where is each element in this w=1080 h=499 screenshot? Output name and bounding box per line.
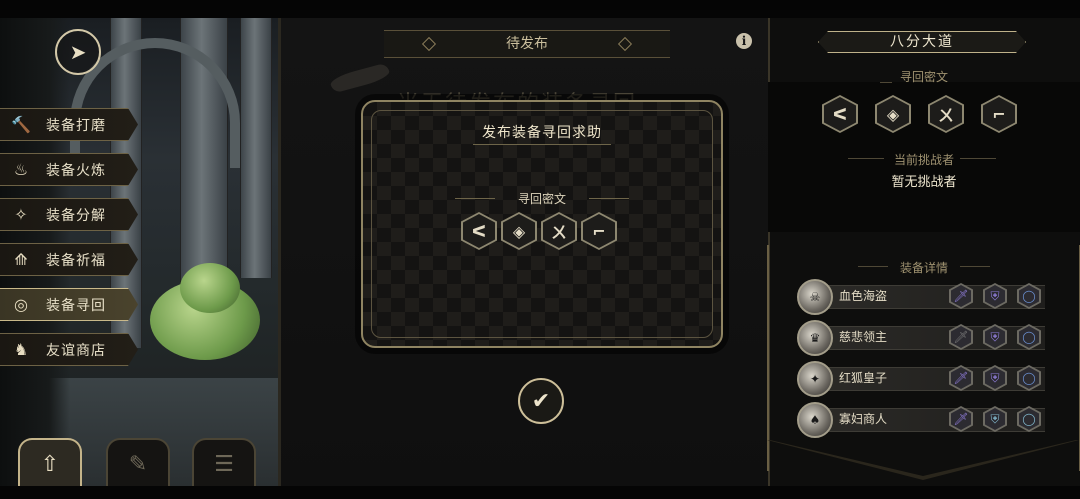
- target-icon: ◎: [14, 295, 28, 314]
- equipment-row[interactable]: ✦ 红狐皇子 🗡 ⛨ ◯: [797, 361, 1045, 397]
- divider-line: [858, 266, 888, 267]
- armor-icon: ⛨: [985, 408, 1005, 430]
- ring-icon: ◯: [1019, 285, 1039, 307]
- challenger-value: 暂无挑战者: [891, 175, 957, 190]
- feather-icon: ✎: [128, 451, 148, 477]
- stone-pillar: [240, 18, 272, 278]
- hands-icon: ⟰: [14, 250, 28, 269]
- back-arrow-icon: ➤: [69, 40, 87, 64]
- sidebar-item-label: 装备寻回: [46, 297, 106, 314]
- cipher-label: 寻回密文: [517, 192, 566, 206]
- ring-icon: ◯: [1019, 326, 1039, 348]
- right-cipher-label: 寻回密文: [899, 70, 948, 84]
- hero-name: 寡妇商人: [839, 412, 888, 426]
- sidebar-item-label: 装备打磨: [46, 117, 106, 134]
- sidebar-item-label: 装备分解: [46, 207, 106, 224]
- bottom-tab-bar: ⇧ ✎ ☰: [18, 432, 278, 488]
- sword-icon: 🗡: [951, 326, 971, 348]
- sword-icon: 🗡: [951, 285, 971, 307]
- cipher-glyph-icon: ㄨ: [543, 214, 575, 248]
- armor-icon: ⛨: [985, 367, 1005, 389]
- sidebar-item-1[interactable]: ♨ 装备火炼: [0, 153, 138, 186]
- divider-line: [960, 266, 990, 267]
- sidebar-item-3[interactable]: ⟰ 装备祈福: [0, 243, 138, 276]
- hero-name: 红狐皇子: [839, 371, 888, 385]
- sidebar-item-5[interactable]: ♞ 友谊商店: [0, 333, 138, 366]
- list-icon: ☰: [214, 451, 234, 477]
- top-black-bar: [0, 0, 1080, 18]
- diamond-ornament-icon: [421, 36, 437, 52]
- equipment-row[interactable]: ♠ 寡妇商人 🗡 ⛨ ◯: [797, 402, 1045, 438]
- info-icon[interactable]: i: [736, 33, 752, 49]
- hero-name: 慈悲领主: [839, 330, 888, 344]
- flame-icon: ♨: [13, 160, 29, 179]
- equipment-row[interactable]: ♛ 慈悲领主 🗡 ⛨ ◯: [797, 320, 1045, 356]
- sidebar-item-2[interactable]: ✧ 装备分解: [0, 198, 138, 231]
- diamond-ornament-icon: [617, 36, 633, 52]
- challenger-label: 当前挑战者: [893, 153, 954, 167]
- ring-icon: ◯: [1019, 367, 1039, 389]
- dialog-title: 发布装备寻回求助: [482, 125, 602, 141]
- equipment-row[interactable]: ☠ 血色海盗 🗡 ⛨ ◯: [797, 279, 1045, 315]
- cipher-glyph-icon: ⌐: [583, 214, 615, 248]
- equipment-label: 装备详情: [899, 261, 948, 275]
- checkmark-icon: ✔: [531, 388, 551, 414]
- back-button[interactable]: ➤: [55, 29, 101, 75]
- tab-pending-publish[interactable]: 待发布: [384, 30, 670, 58]
- publish-help-dialog: 发布装备寻回求助 寻回密文 ᐸ ◈ ㄨ ⌐: [361, 100, 723, 348]
- armor-icon: ⛨: [985, 285, 1005, 307]
- sidebar-item-label: 装备火炼: [46, 162, 106, 179]
- route-title: 八分大道: [818, 31, 1026, 53]
- upload-icon: ⇧: [40, 451, 60, 477]
- upload-tab-button[interactable]: ⇧: [18, 438, 82, 488]
- hero-avatar[interactable]: ☠: [797, 279, 833, 315]
- sword-icon: 🗡: [951, 408, 971, 430]
- ring-icon: ◯: [1019, 408, 1039, 430]
- armor-icon: ⛨: [985, 326, 1005, 348]
- title-divider: [473, 144, 611, 145]
- tab-title-label: 待发布: [506, 36, 548, 52]
- hero-avatar[interactable]: ♛: [797, 320, 833, 356]
- cipher-glyph-icon: ◈: [503, 214, 535, 248]
- feather-tab-button[interactable]: ✎: [106, 438, 170, 488]
- hero-name: 血色海盗: [839, 289, 888, 303]
- cipher-glyph-icon: ᐸ: [463, 214, 495, 248]
- confirm-button[interactable]: ✔: [518, 378, 564, 424]
- divider-line: [960, 158, 996, 159]
- sidebar-item-4[interactable]: ◎ 装备寻回: [0, 288, 138, 321]
- bush: [180, 263, 240, 313]
- cipher-glyph-icon: ㄨ: [930, 97, 962, 131]
- hero-avatar[interactable]: ✦: [797, 361, 833, 397]
- side-menu: 🔨 装备打磨 ♨ 装备火炼 ✧ 装备分解 ⟰ 装备祈福 ◎ 装备寻回 ♞ 友谊商店: [0, 108, 140, 378]
- sidebar-item-0[interactable]: 🔨 装备打磨: [0, 108, 138, 141]
- bottom-black-bar: [0, 486, 1080, 499]
- hero-avatar[interactable]: ♠: [797, 402, 833, 438]
- sidebar-item-label: 友谊商店: [46, 342, 106, 359]
- swirl-icon: ✧: [14, 205, 28, 224]
- fox-icon: ♞: [13, 340, 29, 359]
- divider-line: [589, 198, 629, 199]
- sword-icon: 🗡: [951, 367, 971, 389]
- cipher-glyph-icon: ◈: [877, 97, 909, 131]
- cipher-glyph-icon: ᐸ: [824, 97, 856, 131]
- list-tab-button[interactable]: ☰: [192, 438, 256, 488]
- hammer-icon: 🔨: [11, 115, 31, 134]
- sidebar-item-label: 装备祈福: [46, 252, 106, 269]
- cipher-glyph-icon: ⌐: [983, 97, 1015, 131]
